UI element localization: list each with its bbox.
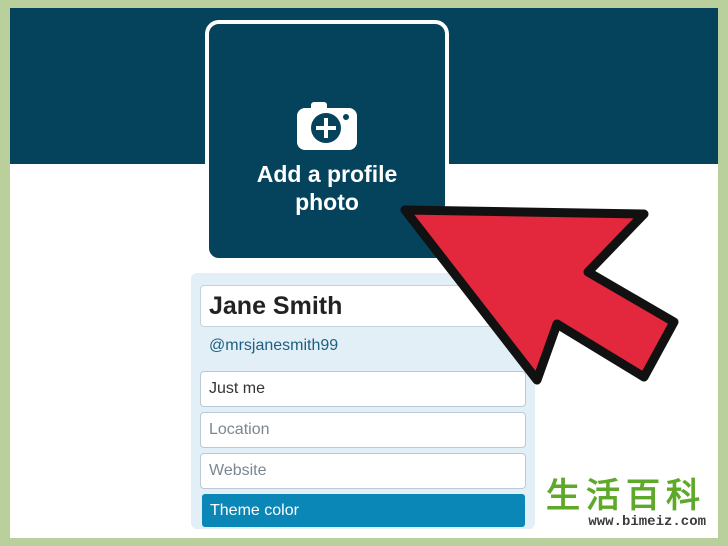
profile-edit-panel: Jane Smith @mrsjanesmith99 Theme color	[191, 273, 535, 529]
website-field[interactable]	[200, 453, 526, 489]
watermark-chars: 生活百科	[546, 477, 706, 515]
add-profile-photo-button[interactable]: Add a profile photo	[205, 20, 449, 262]
location-field[interactable]	[200, 412, 526, 448]
bio-field[interactable]	[200, 371, 526, 407]
theme-color-button[interactable]: Theme color	[202, 494, 525, 527]
camera-plus-icon	[297, 102, 357, 150]
add-profile-photo-label: Add a profile photo	[256, 161, 398, 215]
screen-frame: Add a profile photo Jane Smith @mrsjanes…	[10, 8, 718, 538]
watermark-url: www.bimeiz.com	[588, 514, 706, 530]
watermark: 生活百科 www.bimeiz.com	[546, 478, 706, 530]
name-field[interactable]: Jane Smith	[200, 285, 526, 327]
username-handle: @mrsjanesmith99	[209, 337, 339, 354]
